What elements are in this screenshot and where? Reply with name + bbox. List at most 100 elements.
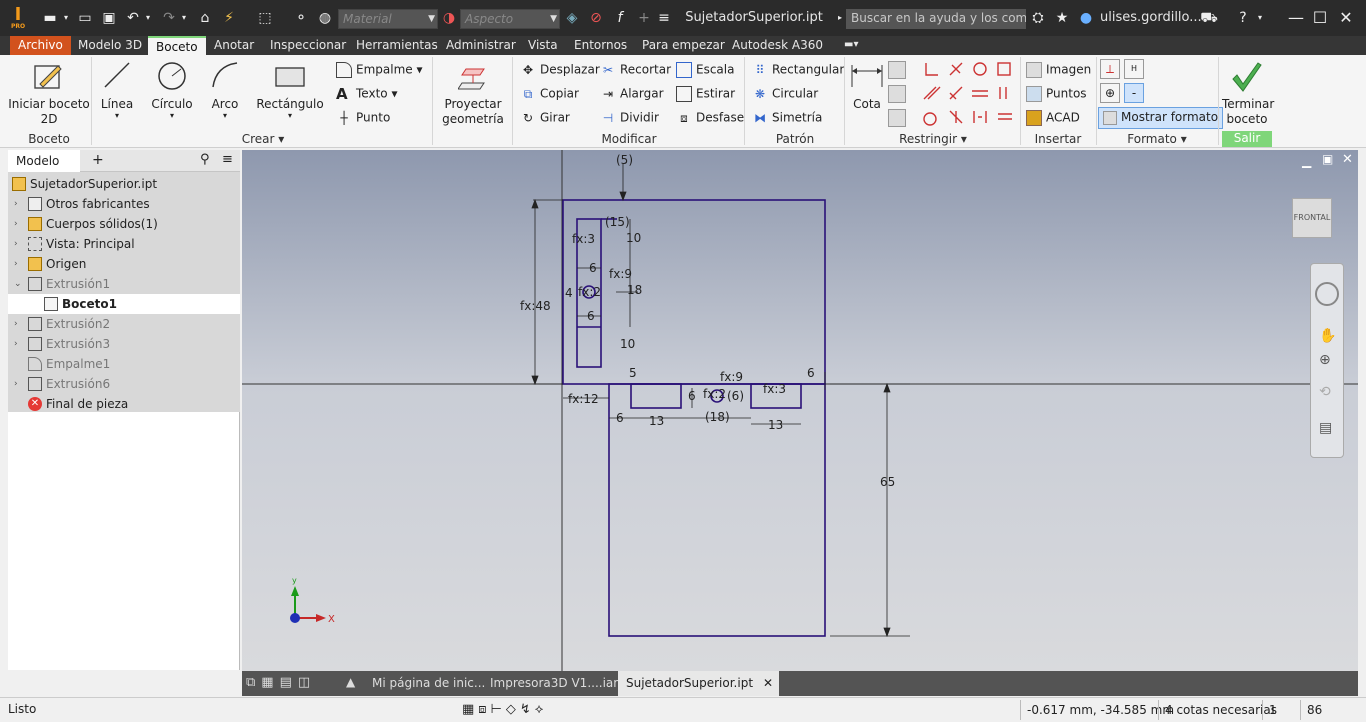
tab-modelo[interactable]: Modelo ✕ (8, 150, 80, 190)
dim-text[interactable]: 6 (616, 411, 624, 425)
rectangle-dropdown-icon[interactable]: ▾ (254, 111, 326, 120)
add-tab-icon[interactable]: + (92, 152, 104, 168)
circle-button[interactable]: Círculo ▾ (146, 57, 198, 127)
tab-boceto[interactable]: Boceto (148, 36, 206, 55)
close-doctab-icon[interactable]: ✕ (763, 671, 773, 696)
project-geometry-button[interactable]: Proyectar geometría (438, 57, 508, 129)
dim-text[interactable]: 10 (620, 337, 635, 351)
expand-icon[interactable]: › (14, 374, 18, 394)
tab-para-empezar[interactable]: Para empezar (634, 36, 733, 55)
dim-text[interactable]: (15) (605, 215, 630, 229)
move-button[interactable]: ✥ Desplazar (520, 62, 600, 78)
tree-item-extrusion3[interactable]: › Extrusión3 (8, 334, 240, 354)
help-dropdown-icon[interactable]: ▾ (1254, 9, 1266, 27)
dim-text[interactable]: fx:12 (568, 392, 599, 406)
tab-anotar[interactable]: Anotar (206, 36, 262, 55)
sketch-status-icons[interactable]: ▦⧈⊢◇↯⟡ (462, 702, 547, 717)
tree-item-empalme1[interactable]: Empalme1 (8, 354, 240, 374)
expand-icon[interactable]: › (14, 314, 18, 334)
extend-button[interactable]: ⇥ Alargar (600, 86, 664, 102)
color-override-icon[interactable]: ⚬ (292, 9, 310, 27)
ribbon-options-icon[interactable]: ▬▾ (836, 36, 866, 55)
acad-button[interactable]: ACAD (1026, 110, 1080, 126)
tree-item-cuerpos-solidos[interactable]: › Cuerpos sólidos(1) (8, 214, 240, 234)
user-icon[interactable]: ● (1078, 9, 1094, 27)
inventor-logo[interactable]: I PRO (10, 6, 26, 30)
start-2d-sketch-button[interactable]: Iniciar boceto 2D (8, 57, 90, 129)
search-icon[interactable]: ⚲ (200, 152, 210, 167)
tab-herramientas[interactable]: Herramientas (348, 36, 446, 55)
appearance-select[interactable]: Aspecto ▼ (460, 9, 560, 29)
fx-icon[interactable]: f (612, 9, 628, 27)
new-dropdown-icon[interactable]: ▾ (60, 9, 72, 27)
tree-item-part[interactable]: SujetadorSuperior.ipt (8, 174, 240, 194)
show-format-button[interactable]: Mostrar formato (1098, 107, 1224, 129)
help-icon[interactable]: ? (1234, 9, 1252, 27)
window-layout-icons[interactable]: ⧉▦▤◫ (246, 675, 316, 690)
viewport-close-icon[interactable]: ✕ (1342, 152, 1353, 167)
construction-icon[interactable]: ⟂ (1100, 59, 1120, 79)
graphics-window[interactable]: (5) (15) fx:3 10 6 fx:9 18 fx:2 4 6 fx:4… (242, 150, 1358, 671)
dim-text[interactable]: fx:9 (609, 267, 632, 281)
sketch-drawing[interactable]: (5) (15) fx:3 10 6 fx:9 18 fx:2 4 6 fx:4… (242, 150, 1358, 671)
zoom-icon[interactable]: ⊕ (1319, 352, 1331, 368)
dim-text[interactable]: fx:9 (720, 370, 743, 384)
show-constraints-icon[interactable] (888, 85, 906, 103)
tab-inspeccionar[interactable]: Inspeccionar (262, 36, 354, 55)
points-button[interactable]: Puntos (1026, 86, 1087, 102)
select-icon[interactable]: ⬚ (256, 9, 274, 27)
globe-icon[interactable]: ◍ (316, 9, 334, 27)
doctab-impresora[interactable]: Impresora3D V1....iam (482, 671, 633, 696)
stretch-button[interactable]: Estirar (676, 86, 735, 102)
dim-text[interactable]: 6 (587, 309, 595, 323)
plus-icon[interactable]: + (636, 9, 652, 27)
panel-label-restringir[interactable]: Restringir ▾ (848, 132, 1018, 146)
auto-dimension-icon[interactable] (888, 61, 906, 79)
material-select[interactable]: Material ▼ (338, 9, 438, 29)
home-icon[interactable]: ⌂ (196, 9, 214, 27)
expand-icon[interactable]: › (14, 254, 18, 274)
cart-icon[interactable]: ⛟ (1200, 9, 1218, 27)
trim-button[interactable]: ✂ Recortar (600, 62, 671, 78)
dimension-button[interactable]: Cota (848, 57, 886, 127)
text-button[interactable]: A Texto ▾ (336, 86, 397, 102)
undo-icon[interactable]: ↶ (124, 9, 142, 27)
redo-icon[interactable]: ↷ (160, 9, 178, 27)
tree-item-extrusion2[interactable]: › Extrusión2 (8, 314, 240, 334)
panel-label-crear[interactable]: Crear ▾ (96, 132, 430, 146)
dim-text[interactable]: 6 (589, 261, 597, 275)
arc-dropdown-icon[interactable]: ▾ (204, 111, 246, 120)
tree-item-extrusion1[interactable]: ⌄ Extrusión1 (8, 274, 240, 294)
rotate-button[interactable]: ↻ Girar (520, 110, 570, 126)
finish-sketch-button[interactable]: Terminar boceto (1222, 57, 1274, 129)
undo-dropdown-icon[interactable]: ▾ (142, 9, 154, 27)
line-button[interactable]: Línea ▾ (96, 57, 138, 127)
dim-text[interactable]: fx:3 (763, 382, 786, 396)
driven-dimension-icon[interactable]: H (1124, 59, 1144, 79)
user-name[interactable]: ulises.gordillo... (1100, 10, 1202, 25)
steering-wheel-icon[interactable] (1315, 282, 1339, 306)
scale-button[interactable]: Escala (676, 62, 734, 78)
viewcube[interactable]: FRONTAL (1292, 198, 1332, 238)
look-at-icon[interactable]: ▤ (1319, 420, 1332, 436)
tree-item-extrusion6[interactable]: › Extrusión6 (8, 374, 240, 394)
adjust-icon[interactable]: ◈ (564, 9, 580, 27)
open-icon[interactable]: ▭ (76, 9, 94, 27)
doctab-home[interactable]: Mi página de inic... (364, 671, 493, 696)
dim-text[interactable]: 4 (565, 286, 573, 300)
circular-pattern-button[interactable]: ❋ Circular (752, 86, 818, 102)
tree-item-origen[interactable]: › Origen (8, 254, 240, 274)
minimize-button[interactable]: — (1284, 6, 1308, 30)
split-button[interactable]: ⊣ Dividir (600, 110, 659, 126)
expand-icon[interactable]: › (14, 214, 18, 234)
relax-mode-icon[interactable] (888, 109, 906, 127)
tree-item-vista[interactable]: › Vista: Principal (8, 234, 240, 254)
dim-text[interactable]: 6 (688, 389, 696, 403)
customize-icon[interactable]: ≡ (656, 9, 672, 27)
dim-text[interactable]: 13 (649, 414, 664, 428)
binoculars-icon[interactable]: ⛭ (1030, 9, 1046, 27)
redo-dropdown-icon[interactable]: ▾ (178, 9, 190, 27)
centerpoint-icon[interactable]: ⊕ (1100, 83, 1120, 103)
expand-icon[interactable]: › (14, 194, 18, 214)
mirror-button[interactable]: ⧓ Simetría (752, 110, 822, 126)
